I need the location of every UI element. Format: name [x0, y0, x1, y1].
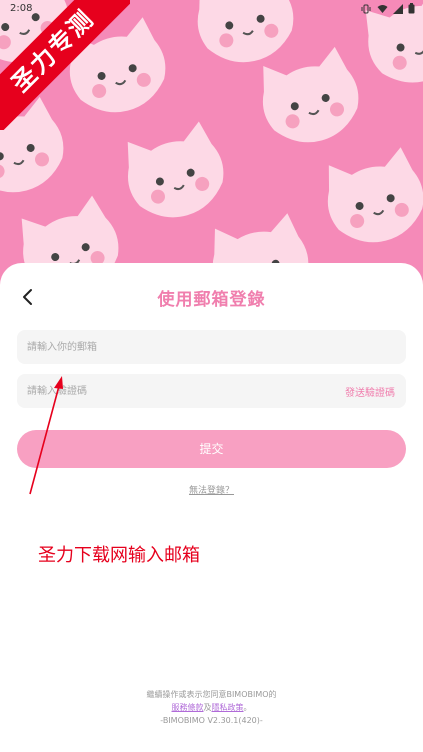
verification-code-input[interactable]: [27, 374, 327, 408]
login-sheet: 使用郵箱登錄 發送驗證碼 提交 無法登錄？ 圣力下载网输入邮箱 繼續操作或表示您…: [0, 263, 423, 752]
annotation-text: 圣力下载网输入邮箱: [38, 545, 200, 566]
footer-agreement-text: 繼續操作或表示您同意BIMOBIMO的: [146, 690, 277, 699]
footer-links: 服務條款及隱私政策。: [0, 701, 423, 714]
page-title: 使用郵箱登錄: [157, 290, 266, 310]
signal-icon: [393, 3, 403, 17]
footer: 繼續操作或表示您同意BIMOBIMO的 服務條款及隱私政策。 -BIMOBIMO…: [0, 688, 423, 727]
cannot-login-link[interactable]: 無法登錄？: [189, 486, 234, 496]
pig-face-icon: [310, 138, 423, 257]
watermark-ribbon-text: 圣力专测: [0, 0, 130, 130]
footer-and: 及: [203, 703, 212, 712]
send-code-button[interactable]: 發送驗證碼: [345, 384, 395, 399]
vibrate-icon: [360, 4, 372, 17]
wifi-icon: [377, 4, 388, 17]
privacy-link[interactable]: 隱私政策: [212, 703, 244, 712]
battery-icon: [408, 3, 415, 17]
email-field[interactable]: [17, 330, 406, 364]
submit-button[interactable]: 提交: [17, 430, 406, 468]
email-input[interactable]: [27, 330, 327, 364]
footer-period: 。: [243, 703, 252, 712]
cannot-login-link-wrap: 無法登錄？: [0, 483, 423, 496]
terms-link[interactable]: 服務條款: [172, 703, 204, 712]
version-text: -BIMOBIMO V2.30.1(420)-: [160, 716, 263, 725]
verification-code-field[interactable]: 發送驗證碼: [17, 374, 406, 408]
status-icons: [360, 3, 415, 17]
watermark-ribbon: 圣力专测: [0, 0, 130, 130]
